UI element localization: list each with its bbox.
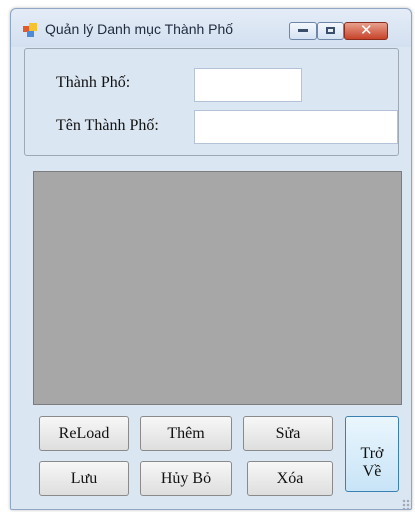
app-icon [23, 23, 37, 37]
minimize-icon [298, 29, 308, 32]
back-button[interactable]: Trở Về [345, 416, 399, 492]
save-button[interactable]: Lưu [39, 461, 129, 496]
reload-button[interactable]: ReLoad [39, 416, 129, 451]
resize-grip[interactable] [402, 499, 412, 509]
minimize-button[interactable] [289, 22, 317, 40]
city-name-input[interactable] [194, 110, 398, 144]
add-button[interactable]: Thêm [140, 416, 232, 451]
title-bar[interactable]: Quản lý Danh mục Thành Phố ✕ [11, 9, 411, 47]
edit-button[interactable]: Sửa [243, 416, 333, 451]
maximize-icon [326, 27, 335, 34]
maximize-button[interactable] [317, 22, 344, 40]
delete-button[interactable]: Xóa [247, 461, 333, 496]
city-code-label: Thành Phố: [56, 74, 131, 91]
city-data-grid[interactable] [33, 171, 402, 405]
close-button[interactable]: ✕ [344, 21, 388, 40]
close-icon: ✕ [360, 21, 373, 39]
city-code-input[interactable] [194, 68, 302, 102]
cancel-button[interactable]: Hủy Bỏ [140, 461, 232, 496]
window-title: Quản lý Danh mục Thành Phố [45, 21, 234, 37]
city-name-label: Tên Thành Phố: [56, 117, 159, 134]
